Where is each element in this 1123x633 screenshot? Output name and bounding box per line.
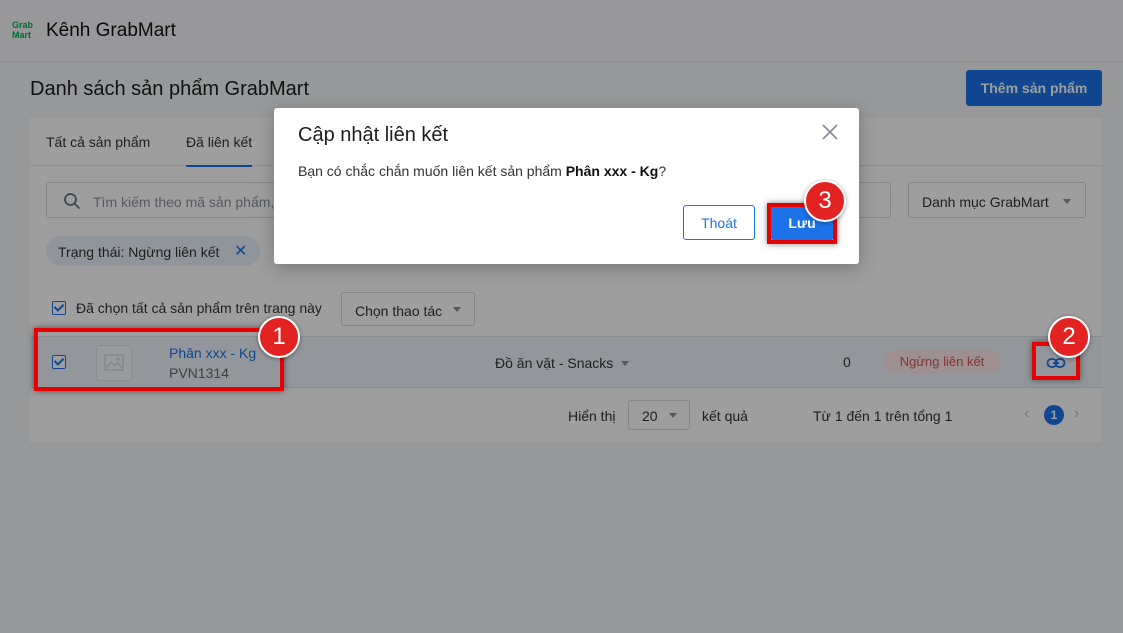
step-badge-2: 2 — [1048, 316, 1090, 358]
modal-backdrop[interactable] — [0, 0, 1123, 633]
dialog-message-suffix: ? — [658, 163, 667, 179]
step-badge-1: 1 — [258, 316, 300, 358]
dialog-message-prefix: Bạn có chắc chắn muốn liên kết sản phẩm — [298, 163, 566, 179]
dialog-message: Bạn có chắc chắn muốn liên kết sản phẩm … — [298, 163, 666, 179]
cancel-button[interactable]: Thoát — [683, 205, 755, 240]
close-icon[interactable] — [820, 122, 840, 142]
highlight-box-product — [34, 328, 284, 391]
dialog-title: Cập nhật liên kết — [298, 124, 449, 146]
step-badge-3: 3 — [804, 180, 846, 222]
dialog-product-name: Phân xxx - Kg — [565, 163, 659, 179]
